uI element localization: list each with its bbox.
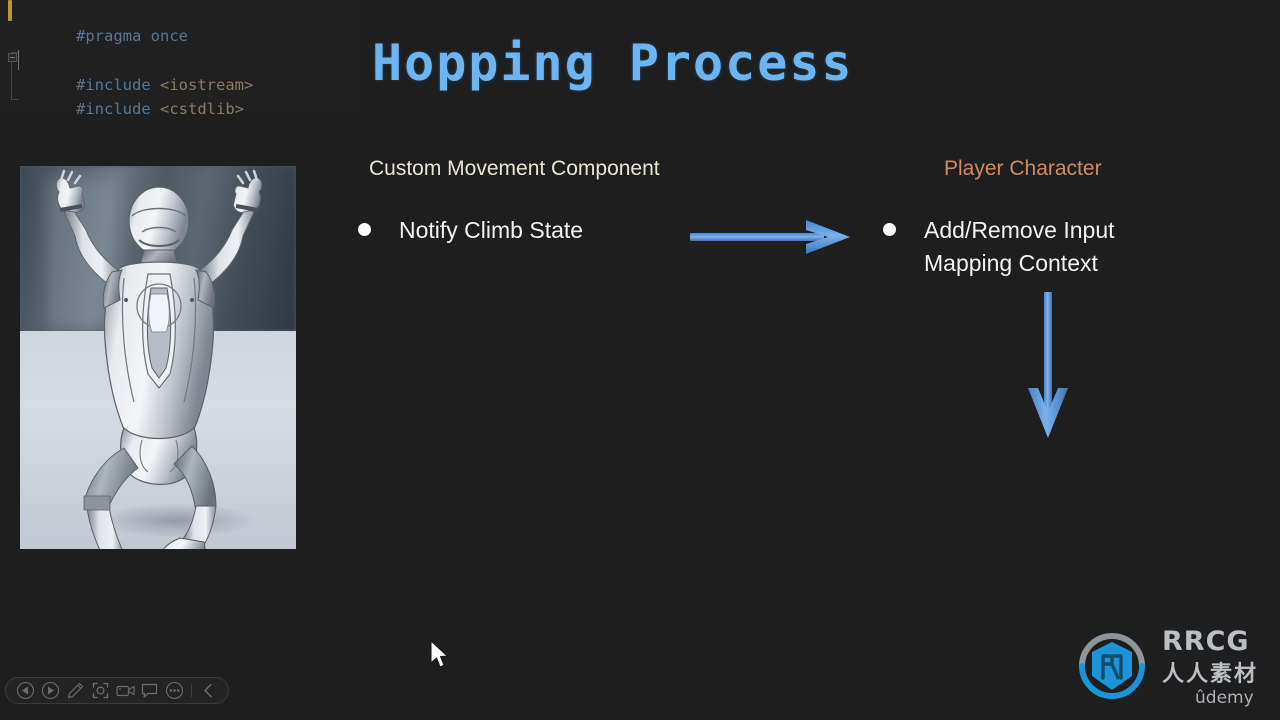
mouse-cursor [430,640,449,668]
presenter-toolbar[interactable] [5,677,229,704]
next-icon [41,681,59,700]
page-title: Hopping Process [372,34,854,92]
pen-button[interactable] [63,679,88,702]
pen-icon [67,682,83,699]
previous-button[interactable] [13,679,38,702]
robot-character-figure [55,169,263,549]
change-marker [8,0,12,21]
text-caret [18,50,19,70]
previous-icon [16,681,34,700]
toolbar-divider [191,684,193,697]
code-editor-panel: #pragma once #include <iostream> #includ… [0,0,360,118]
presentation-slide: #pragma once #include <iostream> #includ… [0,0,1280,720]
rrcg-logo-icon [1079,633,1145,699]
chevron-left-icon [204,683,212,698]
bullet-label: Add/Remove Input Mapping Context [924,217,1115,276]
arrow-down-icon [1028,292,1068,438]
more-icon [166,681,184,700]
code-fold-toggle[interactable] [8,53,17,62]
code-argument: <cstdlib> [160,100,244,118]
watermark: RRCG 人人素材 ûdemy [1070,622,1270,714]
bullet-dot-icon [883,223,896,236]
code-line-4[interactable]: #include <cstdlib> [20,73,244,145]
watermark-brand: RRCG [1162,626,1250,657]
bullet-label: Notify Climb State [399,217,584,243]
bullet-item-add-remove-input-mapping-context: Add/Remove Input Mapping Context [883,214,1115,280]
collapse-button[interactable] [196,679,221,702]
watermark-platform: ûdemy [1195,688,1254,708]
next-button[interactable] [38,679,63,702]
comment-icon [142,683,158,698]
camera-icon [115,685,135,697]
bullet-item-notify-climb-state: Notify Climb State [358,214,583,247]
column-header-custom-movement-component: Custom Movement Component [369,157,660,180]
code-argument: once [150,27,188,45]
spotlight-icon [92,682,108,699]
spotlight-button[interactable] [88,679,113,702]
column-header-player-character: Player Character [944,157,1102,180]
code-directive: #pragma [76,27,142,45]
bullet-dot-icon [358,223,371,236]
comment-button[interactable] [137,679,162,702]
arrow-right-icon [690,220,850,254]
code-directive: #include [76,100,151,118]
camera-button[interactable] [113,679,138,702]
more-button[interactable] [162,679,187,702]
watermark-chinese: 人人素材 [1162,662,1259,687]
character-reference-image [20,166,296,549]
